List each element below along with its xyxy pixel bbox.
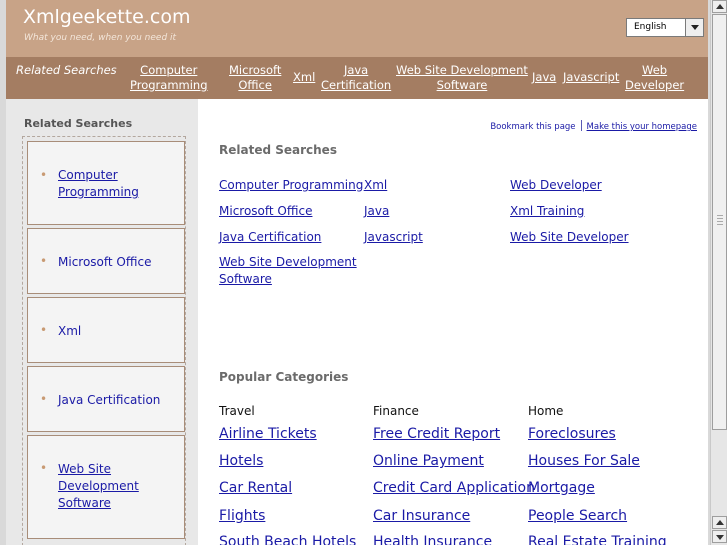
- related-link[interactable]: Java: [364, 203, 389, 220]
- browser-viewport: Xmlgeekette.com What you need, when you …: [0, 0, 727, 545]
- category-link[interactable]: Mortgage: [528, 480, 595, 496]
- nav-link-line: Certification: [321, 78, 392, 92]
- sidebar-item-computer-programming[interactable]: • Computer Programming: [27, 141, 185, 225]
- related-link[interactable]: Microsoft Office: [219, 203, 312, 220]
- category-link[interactable]: Car Insurance: [373, 508, 470, 524]
- sidebar-item-label: Software: [58, 496, 111, 510]
- sidebar: Related Searches • Computer Programming …: [6, 99, 198, 545]
- category-link[interactable]: Free Credit Report: [373, 426, 500, 442]
- nav-link-line: Developer: [625, 78, 685, 92]
- category-link[interactable]: Airline Tickets: [219, 426, 317, 442]
- navbar-label: Related Searches: [16, 63, 117, 77]
- related-link[interactable]: Computer Programming: [219, 177, 363, 194]
- bullet-icon: •: [40, 461, 48, 475]
- nav-link-computer-programming[interactable]: Computer Programming: [130, 63, 208, 93]
- site-title[interactable]: Xmlgeekette.com: [23, 6, 190, 28]
- language-select[interactable]: English: [626, 18, 704, 37]
- sidebar-item-link[interactable]: Microsoft Office: [58, 254, 151, 271]
- sidebar-item-microsoft-office[interactable]: • Microsoft Office: [27, 228, 185, 294]
- nav-link-javascript[interactable]: Javascript: [563, 70, 619, 85]
- sidebar-list: • Computer Programming • Microsoft Offic…: [22, 136, 186, 545]
- related-link-line: Software: [219, 272, 272, 286]
- nav-link-line: Web: [642, 63, 668, 77]
- category-link[interactable]: Health Insurance: [373, 534, 492, 545]
- category-link[interactable]: Foreclosures: [528, 426, 616, 442]
- sidebar-item-label: Microsoft Office: [58, 255, 152, 269]
- related-link[interactable]: Xml Training: [510, 203, 584, 220]
- language-select-value: English: [634, 22, 667, 32]
- nav-link-line: Javascript: [563, 70, 620, 84]
- category-link[interactable]: People Search: [528, 508, 627, 524]
- related-link-line: Web Site Development: [219, 255, 357, 269]
- scroll-down-arrow-icon[interactable]: [712, 530, 727, 543]
- nav-link-xml[interactable]: Xml: [293, 70, 315, 85]
- bookmark-link[interactable]: Bookmark this page: [490, 122, 575, 132]
- sidebar-item-label: Computer: [58, 168, 118, 182]
- sidebar-item-link[interactable]: Web Site Development Software: [58, 461, 139, 512]
- vertical-scrollbar[interactable]: [710, 0, 727, 545]
- category-heading-finance: Finance: [373, 404, 419, 418]
- bullet-icon: •: [40, 392, 48, 406]
- sidebar-item-link[interactable]: Computer Programming: [58, 167, 139, 201]
- category-link[interactable]: Credit Card Application: [373, 480, 535, 496]
- popular-categories-title: Popular Categories: [219, 370, 349, 384]
- site-header: Xmlgeekette.com What you need, when you …: [6, 0, 708, 57]
- related-link[interactable]: Web Site Development Software: [219, 254, 357, 288]
- nav-link-microsoft-office[interactable]: Microsoft Office: [229, 63, 281, 93]
- sidebar-item-label: Development: [58, 479, 139, 493]
- nav-link-line: Computer: [140, 63, 198, 77]
- category-link[interactable]: Car Rental: [219, 480, 292, 496]
- category-link[interactable]: South Beach Hotels: [219, 534, 356, 545]
- bullet-icon: •: [40, 323, 48, 337]
- category-link[interactable]: Real Estate Training: [528, 534, 667, 545]
- category-link[interactable]: Online Payment: [373, 453, 484, 469]
- sidebar-item-xml[interactable]: • Xml: [27, 297, 185, 363]
- scrollbar-thumb[interactable]: [712, 14, 727, 430]
- category-link[interactable]: Houses For Sale: [528, 453, 640, 469]
- chevron-down-icon[interactable]: [685, 19, 703, 36]
- nav-link-java[interactable]: Java: [532, 70, 556, 85]
- top-links: Bookmark this page Make this your homepag…: [490, 120, 697, 132]
- nav-link-line: Xml: [293, 70, 316, 84]
- sidebar-item-link[interactable]: Java Certification: [58, 392, 160, 409]
- related-link[interactable]: Javascript: [364, 229, 423, 246]
- category-link[interactable]: Hotels: [219, 453, 263, 469]
- nav-link-line: Java: [532, 70, 557, 84]
- bullet-icon: •: [40, 254, 48, 268]
- web-page: Xmlgeekette.com What you need, when you …: [6, 0, 708, 545]
- nav-link-line: Programming: [130, 78, 208, 92]
- related-link[interactable]: Web Site Developer: [510, 229, 629, 246]
- related-link[interactable]: Xml: [364, 177, 387, 194]
- related-searches-navbar: Related Searches Computer Programming Mi…: [6, 57, 708, 99]
- sidebar-item-link[interactable]: Xml: [58, 323, 81, 340]
- nav-link-java-certification[interactable]: Java Certification: [321, 63, 391, 93]
- nav-link-line: Software: [436, 78, 488, 92]
- related-link[interactable]: Web Developer: [510, 177, 602, 194]
- related-link[interactable]: Java Certification: [219, 229, 321, 246]
- sidebar-item-label: Java Certification: [58, 393, 161, 407]
- category-heading-home: Home: [528, 404, 564, 418]
- sidebar-item-label: Web Site: [58, 462, 112, 476]
- scroll-up-arrow-icon[interactable]: [712, 516, 727, 529]
- nav-link-line: Web Site Development: [396, 63, 528, 77]
- scroll-up-arrow-icon[interactable]: [712, 0, 727, 13]
- sidebar-item-web-site-development-software[interactable]: • Web Site Development Software: [27, 435, 185, 539]
- site-tagline: What you need, when you need it: [24, 33, 177, 43]
- sidebar-title: Related Searches: [24, 117, 133, 130]
- category-heading-travel: Travel: [219, 404, 255, 418]
- related-searches-title: Related Searches: [219, 143, 337, 157]
- category-link[interactable]: Flights: [219, 508, 265, 524]
- nav-link-line: Office: [238, 78, 272, 92]
- nav-link-line: Microsoft: [229, 63, 282, 77]
- bullet-icon: •: [40, 168, 48, 182]
- sidebar-item-label: Programming: [58, 185, 139, 199]
- nav-link-web-developer[interactable]: Web Developer: [625, 63, 684, 93]
- sidebar-item-label: Xml: [58, 324, 82, 338]
- sidebar-item-java-certification[interactable]: • Java Certification: [27, 366, 185, 432]
- homepage-link[interactable]: Make this your homepage: [587, 122, 697, 132]
- nav-link-line: Java: [343, 63, 369, 77]
- nav-link-web-site-development-software[interactable]: Web Site Development Software: [396, 63, 528, 93]
- divider: [580, 120, 582, 131]
